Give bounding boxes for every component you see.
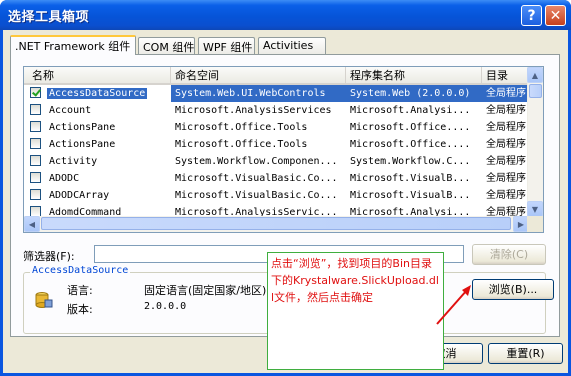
cell-name: Account xyxy=(24,102,171,119)
cell-assembly: System.Web (2.0.0.0) xyxy=(346,85,482,102)
tab-label: Activities xyxy=(263,39,314,52)
scroll-thumb-vertical[interactable] xyxy=(529,84,542,98)
version-value: 2.0.0.0 xyxy=(144,301,187,312)
close-icon: ✕ xyxy=(549,7,562,24)
title-bar[interactable]: 选择工具箱项 ? ✕ xyxy=(0,0,571,30)
details-group-title: AccessDataSource xyxy=(30,265,131,276)
cell-namespace: Microsoft.VisualBasic.Co... xyxy=(175,173,338,184)
scroll-left-button[interactable]: ◀ xyxy=(24,216,40,232)
component-name: Activity xyxy=(49,156,98,167)
column-header-assembly[interactable]: 程序集名称 xyxy=(346,67,482,84)
help-button[interactable]: ? xyxy=(521,5,542,26)
scrollbar-corner xyxy=(527,216,543,232)
table-row[interactable]: AccessDataSource System.Web.UI.WebControl… xyxy=(24,85,529,102)
scroll-up-button[interactable]: ▲ xyxy=(527,67,543,83)
tab-label: WPF 组件 xyxy=(203,41,253,54)
cell-name: ADODC xyxy=(24,170,171,187)
cell-assembly: Microsoft.Analysi... xyxy=(350,105,471,116)
column-header-namespace[interactable]: 命名空间 xyxy=(171,67,346,84)
annotation-arrow xyxy=(436,285,471,325)
chevron-right-icon: ▶ xyxy=(517,219,525,229)
language-label: 语言: xyxy=(67,284,93,297)
component-name: ADODC xyxy=(49,173,80,184)
cell-name: ADODCArray xyxy=(24,187,171,204)
cell-directory: 全局程序 xyxy=(486,105,526,116)
chevron-up-icon: ▲ xyxy=(531,70,539,80)
cell-directory: 全局程序 xyxy=(486,122,526,133)
cell-name: AccessDataSource xyxy=(24,85,171,102)
scroll-down-button[interactable]: ▼ xyxy=(527,201,543,217)
list-rows: AccessDataSource System.Web.UI.WebControl… xyxy=(24,85,529,221)
tab-net-framework[interactable]: .NET Framework 组件 xyxy=(10,35,136,55)
row-checkbox[interactable] xyxy=(30,155,41,166)
cell-namespace: Microsoft.Office.Tools xyxy=(175,139,308,150)
version-label: 版本: xyxy=(67,303,93,316)
language-value: 固定语言(固定国家/地区) xyxy=(144,284,267,297)
row-checkbox[interactable] xyxy=(30,189,41,200)
table-row[interactable]: Activity System.Workflow.Componen... Syste… xyxy=(24,153,529,170)
dialog-client: .NET Framework 组件 COM 组件 WPF 组件 Activiti… xyxy=(3,30,568,373)
close-button[interactable]: ✕ xyxy=(545,5,566,26)
row-checkbox[interactable] xyxy=(30,172,41,183)
help-icon: ? xyxy=(527,7,536,24)
table-row[interactable]: ADODC Microsoft.VisualBasic.Co... Microsof… xyxy=(24,170,529,187)
component-name: ActionsPane xyxy=(49,139,116,150)
vertical-scrollbar[interactable]: ▲ ▼ xyxy=(527,67,543,217)
cell-assembly: Microsoft.VisualB... xyxy=(350,190,471,201)
row-checkbox[interactable] xyxy=(30,104,41,115)
reset-button[interactable]: 重置(R) xyxy=(488,343,563,364)
cell-assembly: Microsoft.VisualB... xyxy=(350,173,471,184)
cell-namespace: System.Web.UI.WebControls xyxy=(171,85,346,102)
cell-directory: 全局程序 xyxy=(486,173,526,184)
cell-directory: 全局程序 xyxy=(486,190,526,201)
cell-name: ActionsPane xyxy=(24,119,171,136)
list-header: 名称 命名空间 程序集名称 目录 xyxy=(24,67,529,85)
window-title: 选择工具箱项 xyxy=(8,10,90,25)
cell-directory: 全局程序 xyxy=(482,85,529,102)
tab-label: COM 组件 xyxy=(143,41,195,54)
horizontal-scrollbar[interactable]: ◀ ▶ xyxy=(24,216,529,232)
table-row[interactable]: ActionsPane Microsoft.Office.Tools Microso… xyxy=(24,119,529,136)
cell-directory: 全局程序 xyxy=(486,139,526,150)
table-row[interactable]: ActionsPane Microsoft.Office.Tools Microso… xyxy=(24,136,529,153)
cell-directory: 全局程序 xyxy=(486,156,526,167)
cell-namespace: Microsoft.AnalysisServices xyxy=(175,105,332,116)
cell-name: ActionsPane xyxy=(24,136,171,153)
row-checkbox[interactable] xyxy=(30,121,41,132)
cell-assembly: Microsoft.Office.... xyxy=(350,139,471,150)
tab-activities[interactable]: Activities xyxy=(258,37,326,54)
component-list[interactable]: 名称 命名空间 程序集名称 目录 AccessDataSource System.… xyxy=(23,66,544,233)
cell-namespace: Microsoft.VisualBasic.Co... xyxy=(175,190,338,201)
tab-label: .NET Framework 组件 xyxy=(15,40,131,53)
clear-button[interactable]: 清除(C) xyxy=(472,244,546,265)
cell-name: Activity xyxy=(24,153,171,170)
cell-assembly: System.Workflow.C... xyxy=(350,156,471,167)
column-header-name[interactable]: 名称 xyxy=(24,67,171,84)
row-checkbox[interactable] xyxy=(30,87,41,98)
chevron-left-icon: ◀ xyxy=(28,219,36,229)
annotation-note: 点击“浏览”，找到项目的Bin目录下的Krystalware.SlickUplo… xyxy=(267,252,444,370)
column-header-directory[interactable]: 目录 xyxy=(482,67,529,84)
filter-label: 筛选器(F): xyxy=(23,250,75,263)
tab-wpf[interactable]: WPF 组件 xyxy=(198,37,255,54)
component-icon xyxy=(35,292,53,308)
scroll-thumb-horizontal[interactable] xyxy=(41,217,511,230)
table-row[interactable]: Account Microsoft.AnalysisServices Microso… xyxy=(24,102,529,119)
cell-namespace: Microsoft.Office.Tools xyxy=(175,122,308,133)
chevron-down-icon: ▼ xyxy=(531,204,539,214)
tab-com[interactable]: COM 组件 xyxy=(138,37,195,54)
component-name: ActionsPane xyxy=(49,122,116,133)
component-name: AccessDataSource xyxy=(47,88,148,99)
component-name: Account xyxy=(49,105,92,116)
row-checkbox[interactable] xyxy=(30,138,41,149)
browse-button[interactable]: 浏览(B)... xyxy=(472,279,554,300)
dialog-window: 选择工具箱项 ? ✕ .NET Framework 组件 COM 组件 WPF … xyxy=(0,0,571,376)
component-name: ADODCArray xyxy=(49,190,110,201)
cell-assembly: Microsoft.Office.... xyxy=(350,122,471,133)
table-row[interactable]: ADODCArray Microsoft.VisualBasic.Co... Mic… xyxy=(24,187,529,204)
cell-namespace: System.Workflow.Componen... xyxy=(175,156,338,167)
